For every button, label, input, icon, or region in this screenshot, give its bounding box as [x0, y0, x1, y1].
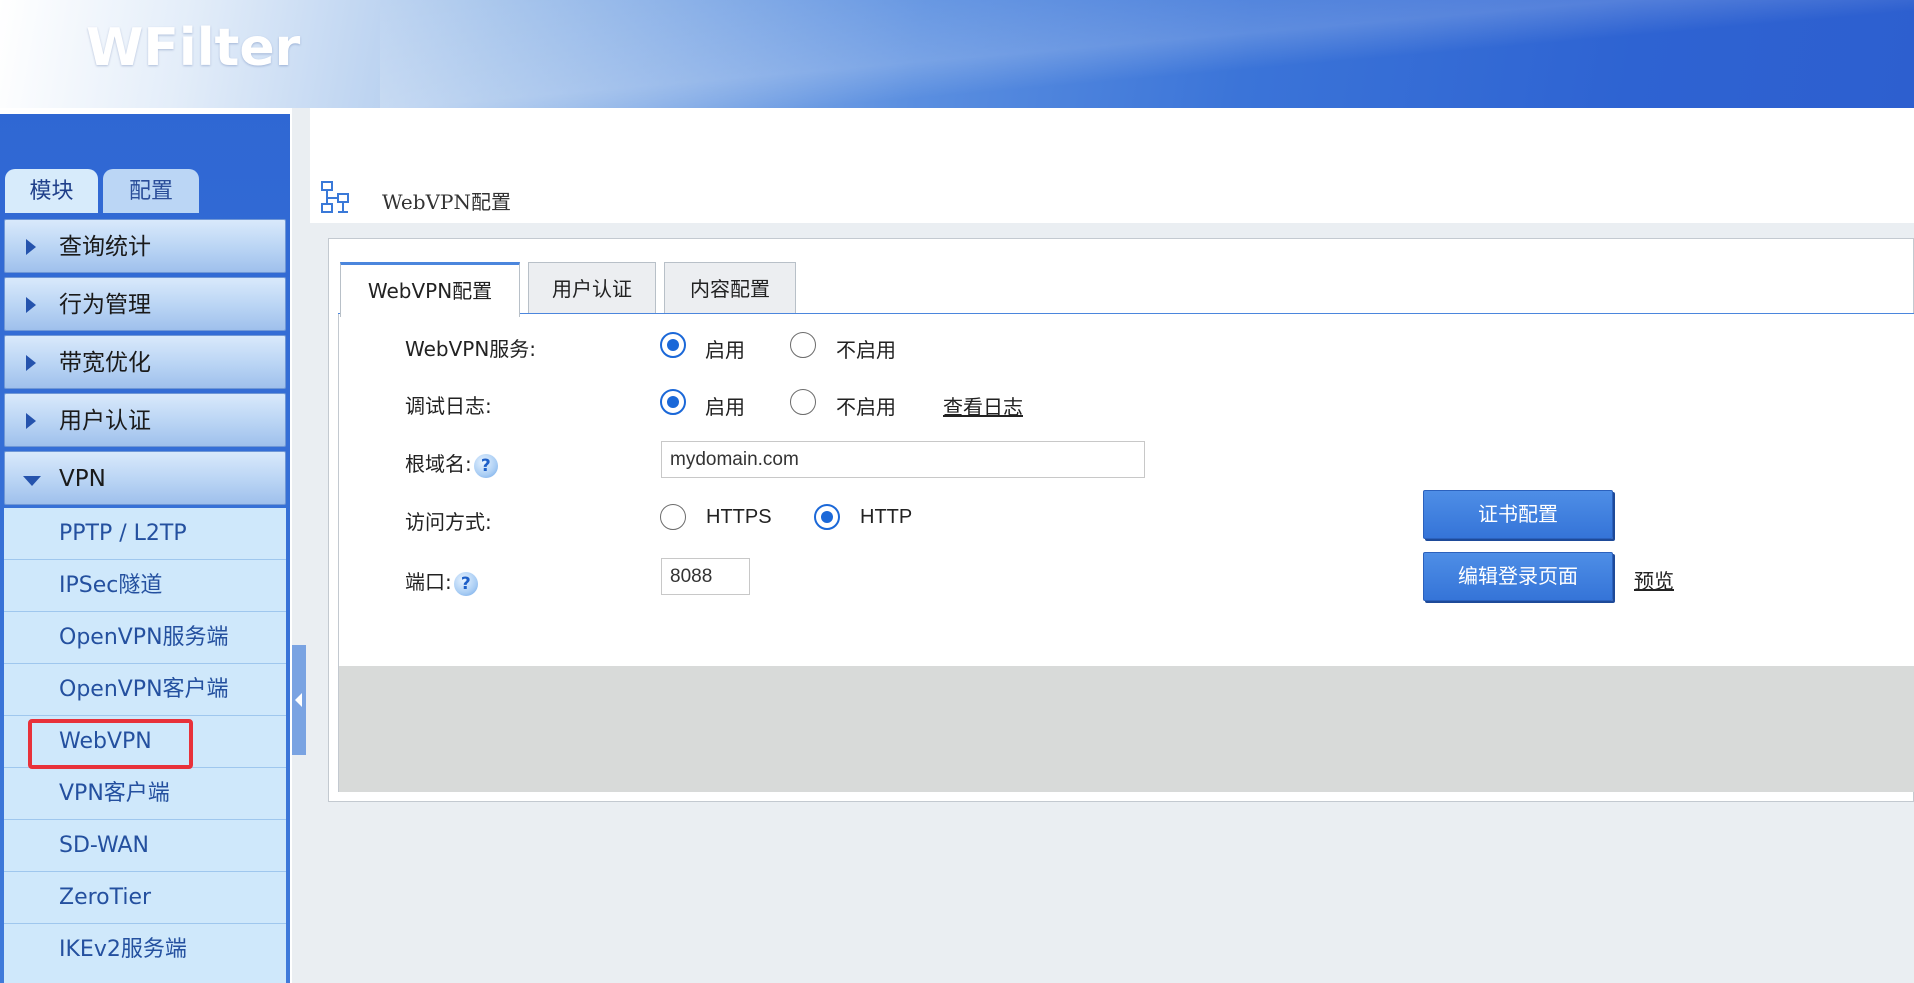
sidebar-item-ikev2-server[interactable]: IKEv2服务端: [4, 924, 286, 976]
sidebar-item-sd-wan[interactable]: SD-WAN: [4, 820, 286, 872]
tab-user-auth[interactable]: 用户认证: [528, 262, 656, 314]
chevron-left-icon: [295, 693, 302, 707]
caret-right-icon: [26, 239, 36, 255]
sidebar-item-vpn-client[interactable]: VPN客户端: [4, 768, 286, 820]
sidebar-item-webvpn[interactable]: WebVPN: [4, 716, 286, 769]
port-label: 端口:?: [405, 566, 478, 596]
debug-off-radio[interactable]: [790, 389, 816, 415]
sidebar-top-divider: [0, 108, 290, 114]
port-input[interactable]: 8088: [661, 558, 750, 595]
sidebar-group-behavior[interactable]: 行为管理: [4, 277, 286, 331]
caret-right-icon: [26, 413, 36, 429]
sidebar-group-label: 带宽优化: [59, 350, 151, 376]
service-on-radio[interactable]: [660, 332, 686, 358]
app-header: WFilter: [0, 0, 1914, 108]
sidebar-item-label: ZeroTier: [59, 885, 152, 910]
sidebar: 模块 配置 查询统计 行为管理 带宽优化 用户认证 VPN PPTP / L2T…: [0, 108, 292, 983]
tab-webvpn-config[interactable]: WebVPN配置: [340, 262, 520, 317]
cert-config-button[interactable]: 证书配置: [1423, 490, 1613, 539]
sidebar-group-user-auth[interactable]: 用户认证: [4, 393, 286, 447]
sidebar-collapse-handle[interactable]: [292, 645, 306, 755]
sidebar-group-label: 用户认证: [59, 408, 151, 434]
domain-input[interactable]: mydomain.com: [661, 441, 1145, 478]
sidebar-item-label: IPSec隧道: [59, 573, 163, 598]
network-icon: [321, 181, 349, 213]
help-icon[interactable]: ?: [473, 453, 498, 478]
access-http-radio[interactable]: [814, 504, 840, 530]
domain-label: 根域名:?: [405, 448, 498, 478]
caret-right-icon: [26, 355, 36, 371]
sidebar-item-label: SD-WAN: [59, 833, 150, 858]
sidebar-item-zerotier[interactable]: ZeroTier: [4, 872, 286, 924]
domain-label-text: 根域名:: [405, 452, 472, 476]
debug-on-label: 启用: [705, 395, 745, 419]
sidebar-item-ipsec[interactable]: IPSec隧道: [4, 560, 286, 612]
caret-down-icon: [23, 476, 41, 486]
sidebar-tab-modules[interactable]: 模块: [5, 169, 98, 213]
page-title: WebVPN配置: [382, 190, 511, 214]
access-https-radio[interactable]: [660, 504, 686, 530]
sidebar-item-label: VPN客户端: [59, 781, 170, 806]
edit-login-page-button[interactable]: 编辑登录页面: [1423, 552, 1613, 601]
sidebar-tab-config[interactable]: 配置: [103, 169, 199, 213]
debug-log-label: 调试日志:: [405, 394, 492, 418]
access-http-label: HTTP: [860, 506, 913, 528]
sidebar-item-openvpn-server[interactable]: OpenVPN服务端: [4, 612, 286, 664]
sidebar-item-openvpn-client[interactable]: OpenVPN客户端: [4, 664, 286, 716]
app-logo: WFilter: [86, 18, 301, 78]
sidebar-group-bandwidth[interactable]: 带宽优化: [4, 335, 286, 389]
service-off-radio[interactable]: [790, 332, 816, 358]
service-on-label: 启用: [705, 338, 745, 362]
main-top-area: [310, 108, 1914, 223]
sidebar-item-label: OpenVPN客户端: [59, 677, 229, 702]
sidebar-item-pptp-l2tp[interactable]: PPTP / L2TP: [4, 508, 286, 560]
view-log-link[interactable]: 查看日志: [943, 391, 1023, 420]
sidebar-group-label: 行为管理: [59, 292, 151, 318]
access-mode-label: 访问方式:: [405, 510, 492, 534]
debug-on-radio[interactable]: [660, 389, 686, 415]
sidebar-group-label: 查询统计: [59, 234, 151, 260]
sidebar-group-vpn[interactable]: VPN: [4, 451, 286, 505]
help-icon[interactable]: ?: [453, 571, 478, 596]
sidebar-item-label: IKEv2服务端: [59, 937, 187, 962]
service-off-label: 不启用: [836, 338, 896, 362]
port-label-text: 端口:: [405, 570, 452, 594]
sidebar-item-label: PPTP / L2TP: [59, 521, 187, 546]
sidebar-group-query-stats[interactable]: 查询统计: [4, 219, 286, 273]
access-https-label: HTTPS: [706, 506, 772, 528]
form-footer-area: [338, 666, 1914, 792]
service-label: WebVPN服务:: [405, 337, 537, 361]
caret-right-icon: [26, 297, 36, 313]
tab-content-config[interactable]: 内容配置: [664, 262, 796, 314]
header-decoration: [380, 0, 1914, 108]
sidebar-item-label: OpenVPN服务端: [59, 625, 229, 650]
preview-link[interactable]: 预览: [1634, 565, 1674, 594]
selection-highlight-box: [28, 719, 193, 769]
sidebar-group-label: VPN: [59, 466, 106, 492]
vpn-submenu: PPTP / L2TP IPSec隧道 OpenVPN服务端 OpenVPN客户…: [4, 508, 286, 983]
form-area: [338, 314, 1914, 666]
debug-off-label: 不启用: [836, 395, 896, 419]
